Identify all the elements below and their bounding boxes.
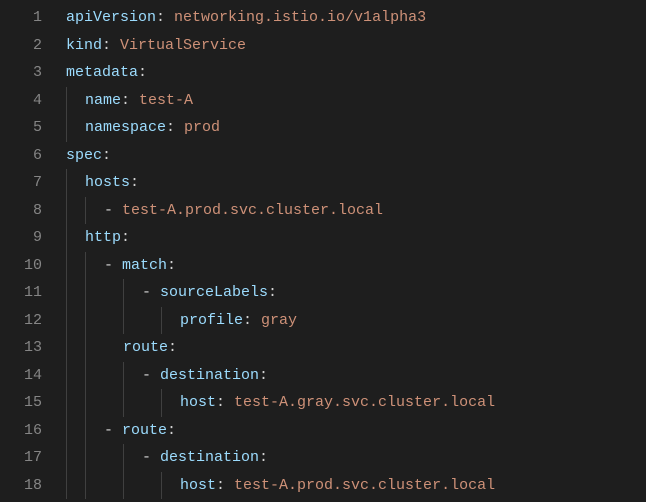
code-content: hosts: (85, 169, 139, 197)
code-line[interactable]: apiVersion: networking.istio.io/v1alpha3 (66, 4, 646, 32)
code-content: host: test-A.gray.svc.cluster.local (180, 389, 495, 417)
code-line[interactable]: - sourceLabels: (66, 279, 646, 307)
indent-guides (66, 472, 180, 500)
line-number: 18 (12, 472, 42, 500)
code-line[interactable]: - test-A.prod.svc.cluster.local (66, 197, 646, 225)
line-number: 13 (12, 334, 42, 362)
code-line[interactable]: - match: (66, 252, 646, 280)
code-line[interactable]: spec: (66, 142, 646, 170)
code-line[interactable]: - destination: (66, 444, 646, 472)
code-content: name: test-A (85, 87, 193, 115)
code-content: http: (85, 224, 130, 252)
code-line[interactable]: - destination: (66, 362, 646, 390)
code-content: kind: VirtualService (66, 32, 246, 60)
code-line[interactable]: name: test-A (66, 87, 646, 115)
code-content: - destination: (142, 362, 268, 390)
line-number: 3 (12, 59, 42, 87)
indent-guides (66, 334, 123, 362)
line-number: 17 (12, 444, 42, 472)
indent-guides (66, 252, 104, 280)
code-content: namespace: prod (85, 114, 220, 142)
indent-guides (66, 197, 104, 225)
line-number: 7 (12, 169, 42, 197)
code-content: - destination: (142, 444, 268, 472)
line-number: 12 (12, 307, 42, 335)
line-number: 8 (12, 197, 42, 225)
line-number: 2 (12, 32, 42, 60)
line-number: 11 (12, 279, 42, 307)
line-number: 16 (12, 417, 42, 445)
line-number-gutter: 12345678910111213141516171819 (0, 0, 60, 502)
code-content: - match: (104, 252, 176, 280)
indent-guides (66, 307, 180, 335)
code-content: - route: (104, 417, 176, 445)
indent-guides (66, 87, 85, 115)
indent-guides (66, 224, 85, 252)
line-number: 4 (12, 87, 42, 115)
code-content: route: (123, 334, 177, 362)
code-line[interactable]: namespace: prod (66, 114, 646, 142)
code-line[interactable]: http: (66, 224, 646, 252)
code-area[interactable]: apiVersion: networking.istio.io/v1alpha3… (60, 0, 646, 502)
indent-guides (66, 389, 180, 417)
line-number: 6 (12, 142, 42, 170)
line-number: 5 (12, 114, 42, 142)
line-number: 9 (12, 224, 42, 252)
code-content: - test-A.prod.svc.cluster.local (104, 197, 383, 225)
code-content: - sourceLabels: (142, 279, 277, 307)
line-number: 14 (12, 362, 42, 390)
line-number: 15 (12, 389, 42, 417)
indent-guides (66, 417, 104, 445)
indent-guides (66, 279, 142, 307)
code-line[interactable]: kind: VirtualService (66, 32, 646, 60)
code-line[interactable]: hosts: (66, 169, 646, 197)
code-line[interactable]: profile: gray (66, 307, 646, 335)
code-editor[interactable]: 12345678910111213141516171819 apiVersion… (0, 0, 646, 502)
indent-guides (66, 169, 85, 197)
indent-guides (66, 114, 85, 142)
code-content: apiVersion: networking.istio.io/v1alpha3 (66, 4, 426, 32)
code-line[interactable]: host: test-A.prod.svc.cluster.local (66, 472, 646, 500)
code-line[interactable]: host: test-A.gray.svc.cluster.local (66, 389, 646, 417)
indent-guides (66, 362, 142, 390)
code-line[interactable]: - route: (66, 417, 646, 445)
line-number: 1 (12, 4, 42, 32)
indent-guides (66, 444, 142, 472)
line-number: 10 (12, 252, 42, 280)
code-line[interactable]: metadata: (66, 59, 646, 87)
code-content: profile: gray (180, 307, 297, 335)
code-line[interactable]: route: (66, 334, 646, 362)
code-content: host: test-A.prod.svc.cluster.local (180, 472, 495, 500)
code-content: metadata: (66, 59, 147, 87)
code-content: spec: (66, 142, 111, 170)
